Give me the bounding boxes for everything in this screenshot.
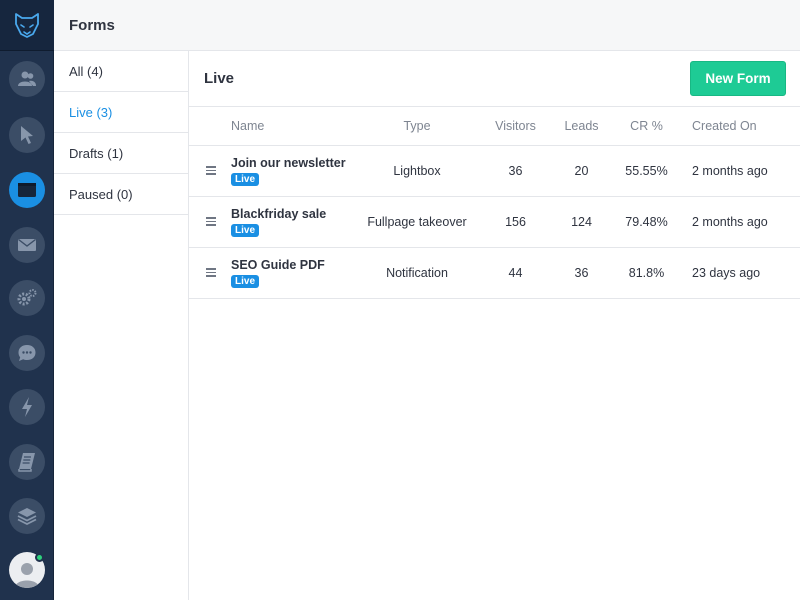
status-badge: Live <box>231 223 260 237</box>
form-cr: 81.8% <box>607 247 686 299</box>
drag-handle-icon[interactable] <box>189 268 231 277</box>
column-header-name[interactable]: Name <box>231 107 359 146</box>
column-header-leads[interactable]: Leads <box>556 107 607 146</box>
form-type: Lightbox <box>359 145 475 197</box>
user-avatar-icon <box>15 563 39 588</box>
form-type: Fullpage takeover <box>359 196 475 248</box>
column-header-handle <box>189 107 231 146</box>
nav-lightning-button[interactable] <box>9 389 45 425</box>
table-header-row: Name Type Visitors Leads CR % Created On <box>189 107 800 146</box>
form-created: 2 months ago <box>686 145 800 197</box>
layers-icon <box>17 508 37 526</box>
table-row[interactable]: Blackfriday sale Live Fullpage takeover … <box>189 196 800 248</box>
filter-paused[interactable]: Paused (0) <box>54 174 188 215</box>
settings-icon <box>17 289 37 306</box>
book-icon <box>18 453 35 472</box>
new-form-button[interactable]: New Form <box>690 61 786 96</box>
column-header-created[interactable]: Created On <box>686 107 800 146</box>
nav-settings-button[interactable] <box>9 280 45 316</box>
mail-icon <box>18 238 36 251</box>
form-name[interactable]: Blackfriday sale <box>231 207 359 221</box>
form-visitors: 156 <box>475 196 556 248</box>
nav-layers-button[interactable] <box>9 498 45 534</box>
filter-all[interactable]: All (4) <box>54 51 188 92</box>
forms-table: Name Type Visitors Leads CR % Created On… <box>189 107 800 299</box>
form-type: Notification <box>359 247 475 299</box>
page-title: Forms <box>69 16 115 34</box>
bear-logo-icon[interactable] <box>0 0 54 51</box>
filter-live[interactable]: Live (3) <box>54 92 188 133</box>
nav-contacts-button[interactable] <box>9 61 45 97</box>
forms-icon <box>18 183 36 197</box>
contacts-icon <box>18 71 36 86</box>
form-visitors: 36 <box>475 145 556 197</box>
form-name[interactable]: Join our newsletter <box>231 156 359 170</box>
column-header-type[interactable]: Type <box>359 107 475 146</box>
table-row[interactable]: SEO Guide PDF Live Notification 44 36 81… <box>189 247 800 299</box>
panel-header: Live New Form <box>189 51 800 107</box>
nav-book-button[interactable] <box>9 444 45 480</box>
nav-rail <box>0 0 54 600</box>
form-leads: 20 <box>556 145 607 197</box>
forms-panel: Live New Form Name Type Visitors Leads C… <box>189 51 800 600</box>
column-header-visitors[interactable]: Visitors <box>475 107 556 146</box>
nav-chat-button[interactable] <box>9 335 45 371</box>
nav-cursor-button[interactable] <box>9 117 45 153</box>
filter-drafts[interactable]: Drafts (1) <box>54 133 188 174</box>
form-visitors: 44 <box>475 247 556 299</box>
form-created: 23 days ago <box>686 247 800 299</box>
form-leads: 124 <box>556 196 607 248</box>
top-bar: Forms <box>54 0 800 51</box>
panel-title: Live <box>204 70 235 87</box>
form-cr: 79.48% <box>607 196 686 248</box>
nav-forms-button[interactable] <box>9 172 45 208</box>
cursor-icon <box>21 126 33 144</box>
table-row[interactable]: Join our newsletter Live Lightbox 36 20 … <box>189 145 800 197</box>
drag-handle-icon[interactable] <box>189 217 231 226</box>
form-cr: 55.55% <box>607 145 686 197</box>
form-name[interactable]: SEO Guide PDF <box>231 258 359 272</box>
lightning-icon <box>22 397 32 417</box>
status-badge: Live <box>231 172 260 186</box>
status-badge: Live <box>231 274 260 288</box>
drag-handle-icon[interactable] <box>189 166 231 175</box>
form-leads: 36 <box>556 247 607 299</box>
form-created: 2 months ago <box>686 196 800 248</box>
online-status-dot <box>35 553 44 562</box>
nav-mail-button[interactable] <box>9 227 45 263</box>
column-header-cr[interactable]: CR % <box>607 107 686 146</box>
chat-icon <box>18 345 36 361</box>
status-filter-list: All (4) Live (3) Drafts (1) Paused (0) <box>54 51 189 600</box>
